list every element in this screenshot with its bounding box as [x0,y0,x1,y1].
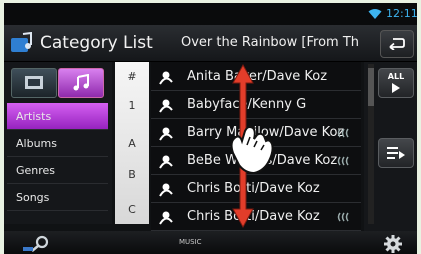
category-genres[interactable]: Genres [7,157,108,184]
artist-list[interactable]: Anita Baker/Dave Koz Babyface/Kenny G Ba… [151,62,361,232]
music-source-tab[interactable] [58,68,104,98]
artist-icon [159,99,173,113]
list-item[interactable]: BeBe Winans/Dave Koz [151,148,361,175]
right-control-panel: ALL [364,62,417,232]
artist-icon [159,211,173,225]
index-b[interactable]: B [115,168,149,181]
list-item[interactable]: Babyface/Kenny G [151,92,361,119]
queue-button[interactable] [378,138,414,168]
footer-bar: MUSIC [4,231,417,254]
artist-icon [159,183,173,197]
back-button[interactable] [380,30,414,58]
playing-wave-icon [337,212,349,222]
index-a[interactable]: A [115,137,149,150]
category-panel: Artists Albums Genres Songs [4,62,112,224]
queue-list-icon [387,147,405,159]
search-icon[interactable] [22,234,54,252]
index-1[interactable]: 1 [115,99,149,112]
index-hash[interactable]: # [115,70,149,83]
index-c[interactable]: C [115,203,149,216]
list-item[interactable]: Chris Botti/Dave Koz [151,176,361,203]
video-source-tab[interactable] [11,68,57,98]
back-arrow-icon [389,38,405,50]
playing-wave-icon [337,156,349,166]
category-albums[interactable]: Albums [7,130,108,157]
clock: 12:11 [386,7,417,20]
alphabet-index[interactable]: # 1 A B C [115,62,149,224]
scrollbar-thumb[interactable] [368,68,374,106]
page-title: Category List [40,33,153,53]
artist-icon [159,127,173,141]
playing-wave-icon [337,128,349,138]
play-icon [392,83,400,93]
header-bar: Category List Over the Rainbow [From The… [4,25,417,62]
status-bar: 12:11 [4,3,417,25]
film-icon [25,76,43,89]
list-item[interactable]: Anita Baker/Dave Koz [151,64,361,91]
source-label: MUSIC [179,238,202,246]
scrollbar[interactable] [368,64,374,224]
list-item[interactable]: Barry Manilow/Dave Koz [151,120,361,147]
category-songs[interactable]: Songs [7,184,108,211]
wifi-icon [368,9,382,19]
category-artists[interactable]: Artists [7,103,108,130]
artist-icon [159,71,173,85]
artist-icon [159,155,173,169]
music-note-icon [73,74,89,91]
music-app-icon [11,32,32,52]
screen: 12:11 Category List Over the Rainbow [Fr… [4,3,417,254]
gear-icon[interactable] [382,234,404,254]
now-playing-title: Over the Rainbow [From The Wizard of Oz] [181,35,359,50]
play-all-button[interactable]: ALL [378,68,414,98]
list-item[interactable]: Chris Botti/Dave Koz [151,204,361,231]
